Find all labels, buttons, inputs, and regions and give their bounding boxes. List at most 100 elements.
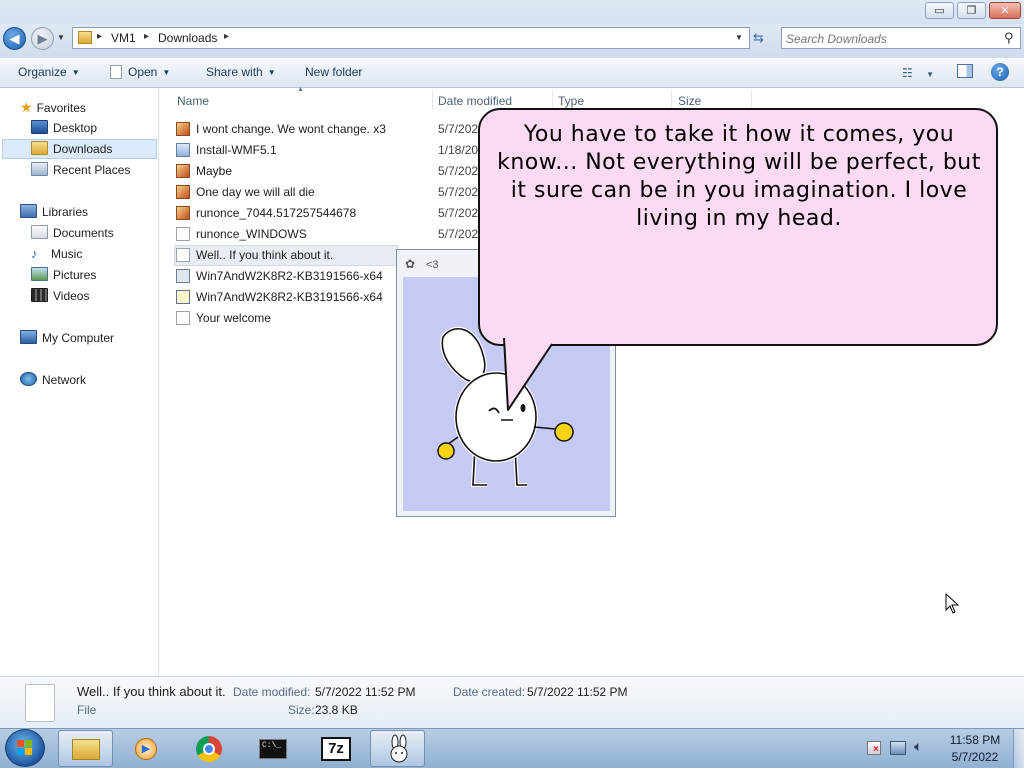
help-icon[interactable]: ? xyxy=(991,63,1009,81)
organize-button[interactable]: Organize ▼ xyxy=(18,65,80,79)
file-row[interactable]: Your welcome xyxy=(176,308,271,328)
close-button[interactable]: ✕ xyxy=(989,2,1021,19)
search-input[interactable] xyxy=(784,29,998,49)
column-divider[interactable] xyxy=(432,90,433,110)
file-row[interactable]: Well.. If you think about it. xyxy=(176,245,333,265)
file-row[interactable]: runonce_WINDOWS xyxy=(176,224,307,244)
network-tray-icon[interactable] xyxy=(890,741,906,755)
clock-time[interactable]: 11:58 PM xyxy=(945,733,1005,747)
nav-videos[interactable]: Videos xyxy=(31,286,89,306)
column-header-size[interactable]: Size xyxy=(678,94,701,108)
nav-recent-places[interactable]: Recent Places xyxy=(31,160,130,180)
taskbar-command-prompt[interactable]: C:\_ xyxy=(245,730,300,767)
image-file-icon xyxy=(176,164,190,178)
nav-music[interactable]: ♪ Music xyxy=(31,244,82,264)
show-desktop-button[interactable] xyxy=(1013,729,1024,768)
breadcrumb-downloads[interactable]: Downloads xyxy=(158,31,217,45)
arrow-left-icon: ◀ xyxy=(9,31,20,46)
column-header-type[interactable]: Type xyxy=(558,94,584,108)
file-name: Maybe xyxy=(196,164,233,178)
open-button[interactable]: Open ▼ xyxy=(110,65,170,79)
nav-desktop[interactable]: Desktop xyxy=(31,118,97,138)
action-center-icon[interactable]: × xyxy=(867,741,881,755)
clock-date[interactable]: 5/7/2022 xyxy=(945,750,1005,764)
details-date-modified-label: Date modified: xyxy=(233,685,311,699)
videos-icon xyxy=(31,288,48,302)
nav-network[interactable]: Network xyxy=(20,370,86,390)
details-date-created: 5/7/2022 11:52 PM xyxy=(527,685,628,699)
column-divider[interactable] xyxy=(552,90,553,110)
installer-file-icon xyxy=(176,269,190,283)
column-header-name[interactable]: Name xyxy=(177,94,209,108)
chevron-down-icon: ▼ xyxy=(162,68,171,77)
computer-icon xyxy=(20,330,37,344)
speech-bubble-tail xyxy=(503,338,553,411)
file-date-modified: 5/7/202 xyxy=(438,227,479,241)
search-box[interactable]: ⚲ xyxy=(781,27,1021,49)
nav-favorites-label: Favorites xyxy=(36,101,86,115)
nav-libraries[interactable]: Libraries xyxy=(20,202,88,222)
file-row[interactable]: One day we will all die xyxy=(176,182,315,202)
nav-my-computer[interactable]: My Computer xyxy=(20,328,114,348)
nav-downloads-label: Downloads xyxy=(53,142,113,156)
nav-documents[interactable]: Documents xyxy=(31,223,114,243)
start-button[interactable] xyxy=(5,729,45,767)
breadcrumb-separator: ▸ xyxy=(224,31,230,42)
volume-icon[interactable]: 🔈︎ xyxy=(914,738,922,755)
bunny-app-icon: ✿ xyxy=(405,257,416,271)
image-file-icon xyxy=(176,206,190,220)
file-name: One day we will all die xyxy=(196,185,315,199)
sort-ascending-icon: ▲ xyxy=(297,86,304,93)
pet-window-title: <3 xyxy=(426,259,439,271)
address-bar[interactable]: ▸ VM1 ▸ Downloads ▸ ▼ xyxy=(72,27,750,49)
nav-desktop-label: Desktop xyxy=(53,121,98,135)
file-row[interactable]: runonce_7044.517257544678 xyxy=(176,203,356,223)
taskbar-media-player[interactable]: ▶ xyxy=(119,730,174,767)
file-name: runonce_WINDOWS xyxy=(196,227,307,241)
column-divider[interactable] xyxy=(671,90,672,110)
details-size: 23.8 KB xyxy=(315,703,358,717)
recent-pages-dropdown[interactable]: ▼ xyxy=(57,33,65,42)
music-note-icon: ♪ xyxy=(31,246,38,261)
column-divider[interactable] xyxy=(751,90,752,110)
maximize-button[interactable]: ❐ xyxy=(957,2,986,19)
column-header-date-modified[interactable]: Date modified xyxy=(438,94,512,108)
update-package-icon xyxy=(176,290,190,304)
nav-favorites[interactable]: ★ Favorites xyxy=(20,97,86,117)
nav-downloads[interactable]: Downloads xyxy=(31,139,112,159)
folder-icon xyxy=(72,739,100,760)
nav-pictures[interactable]: Pictures xyxy=(31,265,96,285)
file-row[interactable]: Win7AndW2K8R2-KB3191566-x64 xyxy=(176,266,383,286)
windows-logo-icon xyxy=(17,740,32,755)
open-label: Open xyxy=(128,65,158,79)
chrome-center-icon xyxy=(203,743,215,755)
new-folder-button[interactable]: New folder xyxy=(305,65,362,79)
file-row[interactable]: Maybe xyxy=(176,161,232,181)
file-row[interactable]: I wont change. We wont change. x3 xyxy=(176,119,386,139)
minimize-button[interactable]: ▭ xyxy=(925,2,954,19)
file-thumbnail-icon xyxy=(25,684,55,722)
file-name: runonce_7044.517257544678 xyxy=(196,206,357,220)
breadcrumb-vm1[interactable]: VM1 xyxy=(111,31,136,45)
preview-pane-icon[interactable] xyxy=(957,64,973,78)
documents-icon xyxy=(31,225,48,239)
refresh-icon[interactable]: ⇆ xyxy=(753,30,764,46)
nav-videos-label: Videos xyxy=(53,289,90,303)
nav-libraries-label: Libraries xyxy=(42,205,89,219)
image-file-icon xyxy=(176,122,190,136)
view-options-icon[interactable]: ☷ ▼ xyxy=(902,66,934,80)
address-dropdown-icon[interactable]: ▼ xyxy=(735,33,743,42)
search-icon[interactable]: ⚲ xyxy=(1004,30,1014,46)
taskbar-bunny-app[interactable] xyxy=(370,730,425,767)
taskbar-7zip[interactable]: 7z xyxy=(309,730,364,767)
back-button[interactable]: ◀ xyxy=(3,27,26,50)
file-name: I wont change. We wont change. x3 xyxy=(196,122,386,136)
taskbar-explorer[interactable] xyxy=(58,730,113,767)
file-row[interactable]: Install-WMF5.1 xyxy=(176,140,277,160)
bunny-app-icon xyxy=(390,734,408,763)
share-with-button[interactable]: Share with ▼ xyxy=(206,65,276,79)
file-row[interactable]: Win7AndW2K8R2-KB3191566-x64 xyxy=(176,287,383,307)
forward-button[interactable]: ▶ xyxy=(31,27,54,50)
taskbar-chrome[interactable] xyxy=(182,730,237,767)
folder-icon xyxy=(78,31,92,44)
